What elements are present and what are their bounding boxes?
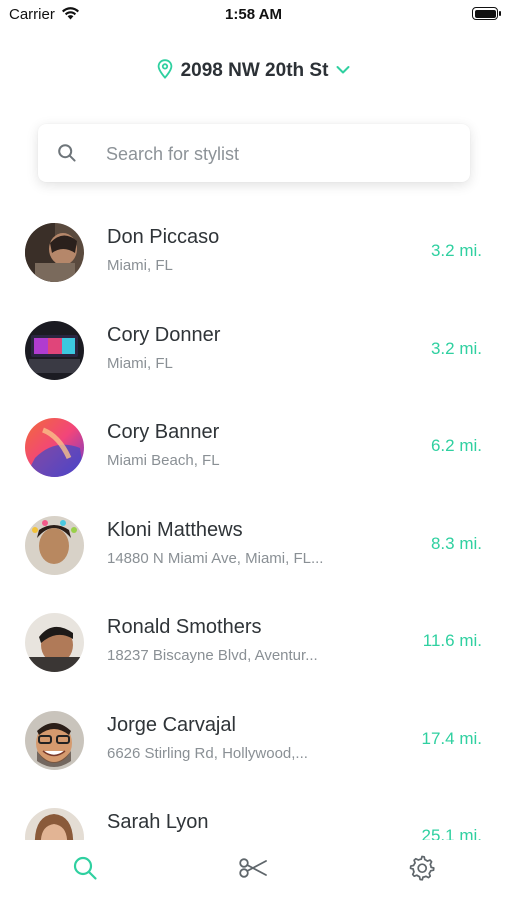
stylist-location: Miami, FL — [107, 354, 173, 372]
stylist-distance: 8.3 mi. — [430, 533, 482, 553]
avatar — [25, 808, 84, 840]
stylist-distance: 11.6 mi. — [422, 631, 482, 650]
tab-stylists[interactable] — [233, 850, 273, 890]
stylist-distance: 17.4 mi. — [421, 728, 482, 748]
current-address: 2098 NW 20th St — [180, 60, 329, 81]
stylist-distance: 6.2 mi. — [430, 436, 482, 455]
stylist-row[interactable]: Kloni Matthews 14880 N Miami Ave, Miami,… — [0, 497, 507, 595]
avatar — [25, 223, 84, 282]
gear-icon — [408, 854, 436, 887]
stylist-name: Sarah Lyon — [107, 811, 209, 833]
chevron-down-icon — [336, 62, 350, 80]
status-bar: Carrier 1:58 AM — [0, 0, 507, 30]
avatar — [25, 710, 84, 770]
clock: 1:58 AM — [225, 6, 282, 23]
stylist-row[interactable]: Sarah Lyon 25.1 mi. — [0, 789, 507, 840]
stylist-row[interactable]: Cory Donner Miami, FL 3.2 mi. — [0, 302, 507, 400]
stylist-location: 14880 N Miami Ave, Miami, FL... — [107, 549, 324, 567]
stylist-name: Jorge Carvajal — [107, 713, 236, 736]
stylist-location: 6626 Stirling Rd, Hollywood,... — [107, 744, 308, 762]
stylist-name: Ronald Smothers — [107, 616, 262, 638]
stylist-name: Kloni Matthews — [107, 518, 243, 541]
avatar — [25, 320, 84, 380]
stylist-distance: 25.1 mi. — [421, 826, 482, 840]
stylist-name: Cory Banner — [107, 421, 220, 443]
stylist-location: Miami, FL — [107, 257, 173, 274]
stylist-name: Cory Donner — [107, 323, 221, 346]
avatar — [25, 418, 84, 477]
stylist-row[interactable]: Don Piccaso Miami, FL 3.2 mi. — [0, 204, 507, 302]
search-bar[interactable] — [38, 124, 470, 184]
search-icon — [72, 855, 98, 886]
avatar — [25, 613, 84, 672]
tab-bar — [0, 840, 507, 900]
tab-search[interactable] — [65, 850, 105, 890]
stylist-row[interactable]: Jorge Carvajal 6626 Stirling Rd, Hollywo… — [0, 692, 507, 790]
tab-settings[interactable] — [402, 850, 442, 890]
location-pin-icon — [157, 58, 173, 84]
search-input[interactable] — [104, 124, 448, 184]
stylist-location: Miami Beach, FL — [107, 452, 220, 469]
location-picker[interactable]: 2098 NW 20th St — [0, 56, 507, 86]
stylist-name: Don Piccaso — [107, 226, 220, 248]
stylist-distance: 3.2 mi. — [430, 338, 482, 358]
stylist-distance: 3.2 mi. — [430, 241, 482, 260]
stylist-row[interactable]: Ronald Smothers 18237 Biscayne Blvd, Ave… — [0, 594, 507, 692]
stylist-row[interactable]: Cory Banner Miami Beach, FL 6.2 mi. — [0, 399, 507, 497]
search-icon — [57, 143, 77, 168]
stylist-location: 18237 Biscayne Blvd, Aventur... — [107, 647, 318, 664]
avatar — [25, 515, 84, 575]
scissors-icon — [238, 856, 268, 885]
stylist-list[interactable]: Don Piccaso Miami, FL 3.2 mi. Cory Donne… — [0, 204, 507, 840]
battery-icon — [472, 7, 501, 20]
